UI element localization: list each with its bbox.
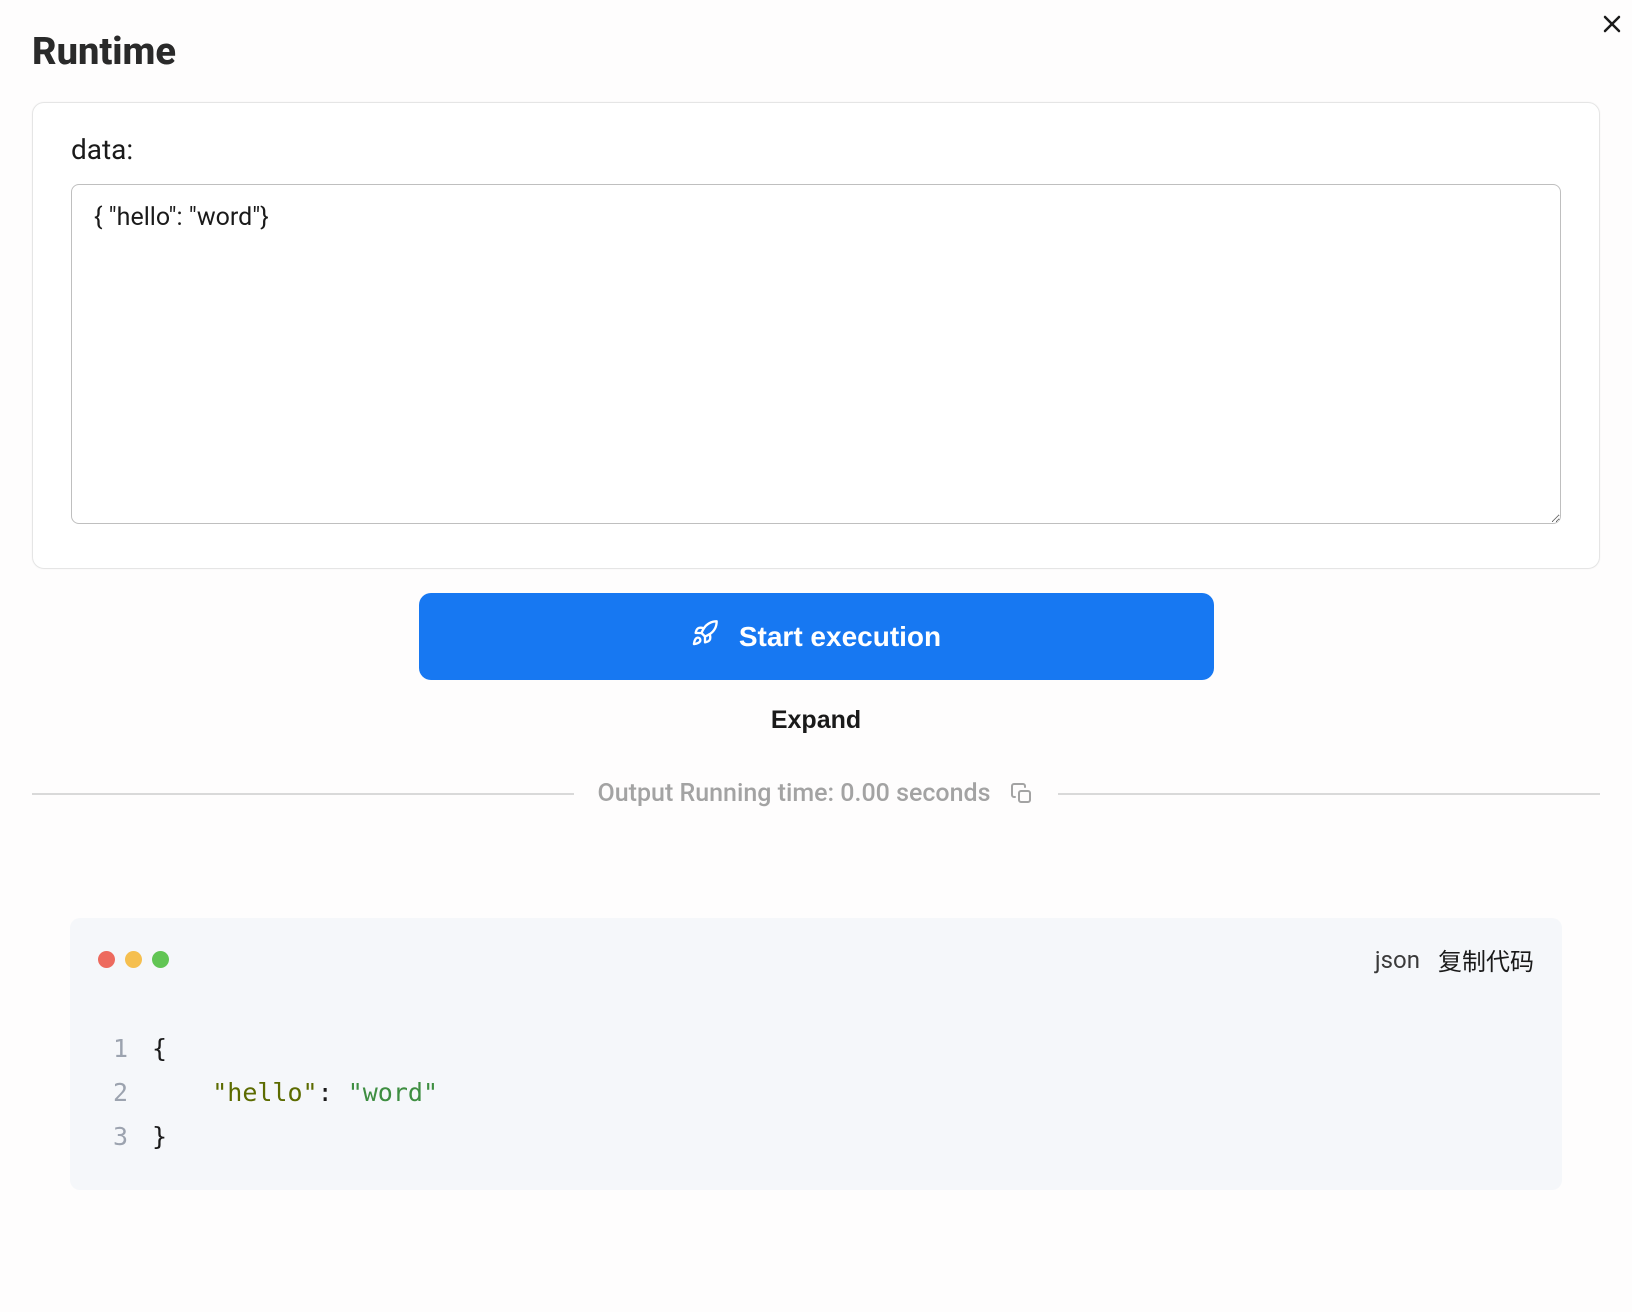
start-execution-button[interactable]: Start execution <box>419 593 1214 680</box>
expand-button[interactable]: Expand <box>751 698 881 743</box>
code-line: 1 { <box>108 1027 1534 1071</box>
divider-left <box>32 793 574 795</box>
code-line: 2 "hello": "word" <box>108 1071 1534 1115</box>
traffic-light-green-icon <box>152 951 169 968</box>
copy-code-button[interactable]: 复制代码 <box>1438 942 1534 977</box>
line-content: } <box>152 1115 167 1159</box>
divider-right <box>1058 793 1600 795</box>
start-execution-label: Start execution <box>739 621 941 653</box>
copy-output-button[interactable] <box>1010 782 1034 806</box>
traffic-light-red-icon <box>98 951 115 968</box>
output-divider: Output Running time: 0.00 seconds <box>32 779 1600 808</box>
line-number: 2 <box>108 1071 128 1115</box>
code-line: 3 } <box>108 1115 1534 1159</box>
close-button[interactable] <box>1600 12 1624 41</box>
line-content: "hello": "word" <box>152 1071 438 1115</box>
code-meta: json 复制代码 <box>1375 942 1534 977</box>
line-number: 1 <box>108 1027 128 1071</box>
data-textarea[interactable] <box>71 184 1561 524</box>
line-number: 3 <box>108 1115 128 1159</box>
action-row: Start execution Expand <box>32 593 1600 743</box>
output-running-time: Output Running time: 0.00 seconds <box>598 779 991 808</box>
code-header: json 复制代码 <box>98 942 1534 977</box>
traffic-light-yellow-icon <box>125 951 142 968</box>
traffic-lights <box>98 951 169 968</box>
rocket-icon <box>691 619 719 654</box>
input-card: data: <box>32 102 1600 569</box>
page-title: Runtime <box>32 30 1600 74</box>
line-content: { <box>152 1027 167 1071</box>
data-label: data: <box>71 133 1561 166</box>
code-body: 1 { 2 "hello": "word" 3 } <box>98 1027 1534 1158</box>
close-icon <box>1600 10 1624 43</box>
code-language-label: json <box>1375 946 1420 974</box>
output-label-wrap: Output Running time: 0.00 seconds <box>598 779 1035 808</box>
code-output-panel: json 复制代码 1 { 2 "hello": "word" 3 } <box>70 918 1562 1190</box>
